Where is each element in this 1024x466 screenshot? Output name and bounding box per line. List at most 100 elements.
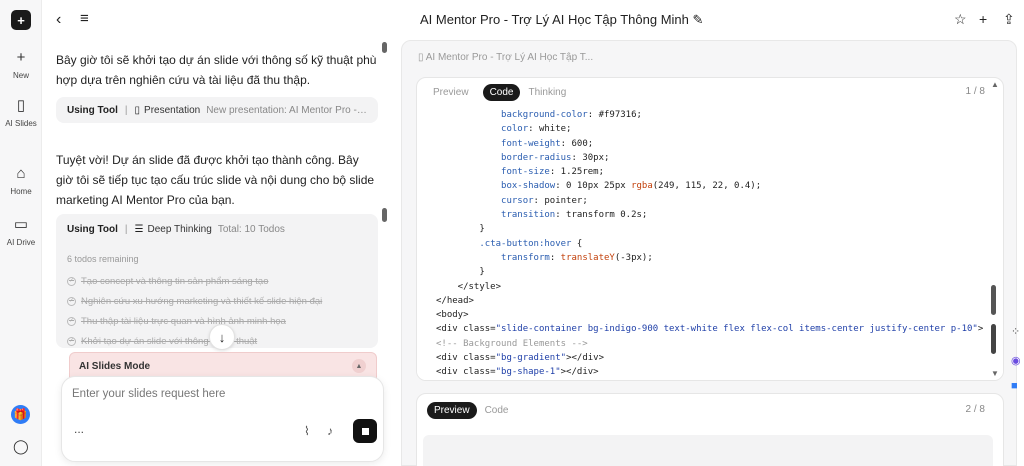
slide-card-2: Preview Code 2 / 8 bbox=[416, 393, 1004, 466]
tool-label: Using Tool bbox=[67, 223, 118, 235]
code-line: font-size: 1.25rem; bbox=[501, 167, 604, 178]
code-line: } bbox=[436, 267, 485, 278]
code-scrollbar[interactable] bbox=[991, 324, 996, 354]
code-line: </style> bbox=[436, 281, 502, 292]
mode-label: AI Slides Mode bbox=[79, 360, 151, 372]
tool-label: Using Tool bbox=[67, 104, 118, 116]
slide-tabs: Preview Code Thinking bbox=[427, 84, 566, 101]
gift-icon[interactable]: 🎁 bbox=[11, 405, 30, 424]
home-icon: ⌂ bbox=[16, 165, 26, 182]
menu-icon[interactable]: ≡ bbox=[80, 10, 89, 27]
slide-card-1: Preview Code Thinking 1 / 8 background-c… bbox=[416, 77, 1004, 381]
chat-scrollbar[interactable] bbox=[382, 42, 387, 53]
share-icon[interactable]: ⇪ bbox=[1003, 11, 1015, 28]
scroll-up-icon[interactable]: ▲ bbox=[991, 80, 999, 89]
slides-icon: ▯ bbox=[16, 97, 26, 114]
chat-scrollbar-thumb[interactable] bbox=[382, 208, 387, 222]
rail-item-home[interactable]: ⌂ Home bbox=[0, 165, 42, 197]
divider: | bbox=[124, 223, 128, 235]
folder-icon: ▭ bbox=[13, 216, 29, 233]
code-line: box-shadow: 0 10px 25px rgba(249, 115, 2… bbox=[501, 181, 762, 192]
assistant-message: Tuyệt vời! Dự án slide đã được khởi tạo … bbox=[56, 153, 375, 207]
panel-scrollbar[interactable] bbox=[991, 285, 996, 315]
attach-icon[interactable]: ⌇ bbox=[304, 424, 310, 438]
user-icon[interactable]: ◯ bbox=[13, 438, 29, 455]
todos-remaining: 6 todos remaining bbox=[67, 254, 139, 264]
top-bar: ‹ ≡ AI Mentor Pro - Trợ Lý AI Học Tập Th… bbox=[42, 0, 1024, 40]
code-line: transition: transform 0.2s; bbox=[501, 210, 648, 221]
stop-icon bbox=[361, 427, 369, 435]
code-line: <!-- Background Elements --> bbox=[436, 338, 588, 349]
code-line: font-weight: 600; bbox=[501, 138, 594, 149]
code-line: border-radius: 30px; bbox=[501, 152, 610, 163]
tool-name: Presentation bbox=[144, 104, 201, 116]
check-icon: ✓ bbox=[67, 277, 76, 286]
code-line: color: white; bbox=[501, 124, 572, 135]
tool-call-presentation[interactable]: Using Tool | ▯ Presentation New presenta… bbox=[56, 97, 378, 123]
chevron-up-icon[interactable]: ▲ bbox=[352, 359, 366, 373]
code-line: <div class="bg-gradient"></div> bbox=[436, 353, 604, 364]
code-line: .cta-button:hover { bbox=[479, 238, 583, 249]
more-options-icon[interactable]: ... bbox=[74, 422, 84, 436]
panel-title: ▯ AI Mentor Pro - Trợ Lý AI Học Tập T... bbox=[418, 52, 594, 63]
rail-item-ai-slides[interactable]: ▯ AI Slides bbox=[0, 97, 42, 129]
page-title[interactable]: AI Mentor Pro - Trợ Lý AI Học Tập Thông … bbox=[420, 12, 703, 28]
assistant-message: Bây giờ tôi sẽ khởi tạo dự án slide với … bbox=[56, 53, 377, 87]
code-line: } bbox=[436, 224, 485, 235]
code-view[interactable]: background-color: #f97316; color: white;… bbox=[417, 108, 1003, 381]
check-icon: ✓ bbox=[67, 317, 76, 326]
tool-header[interactable]: Using Tool | ☰ Deep Thinking Total: 10 T… bbox=[56, 214, 378, 244]
plus-icon: + bbox=[16, 49, 26, 66]
todo-item: ✓ Tạo concept và thông tin sản phẩm sáng … bbox=[67, 276, 269, 287]
divider: | bbox=[124, 104, 128, 116]
grid-icon[interactable]: ⁘ bbox=[1011, 325, 1020, 338]
code-line: cursor: pointer; bbox=[501, 195, 588, 206]
arrow-down-icon: ↓ bbox=[218, 329, 226, 345]
page-indicator: 2 / 8 bbox=[965, 404, 985, 415]
todo-item: ✓ Nghiên cứu xu hướng marketing và thiết … bbox=[67, 296, 323, 307]
check-icon: ✓ bbox=[67, 337, 76, 346]
code-line: background-color: #f97316; bbox=[501, 110, 642, 120]
slides-icon: ▯ bbox=[418, 52, 426, 63]
microphone-icon[interactable]: ♪ bbox=[327, 424, 333, 438]
code-line: </head> bbox=[436, 295, 474, 306]
code-line: <body> bbox=[436, 310, 469, 321]
tab-code[interactable]: Code bbox=[482, 84, 521, 101]
rail-item-label: Home bbox=[10, 187, 32, 196]
prompt-input[interactable]: Enter your slides request here bbox=[72, 388, 225, 400]
app-icon[interactable]: ■ bbox=[1011, 380, 1018, 392]
tab-thinking[interactable]: Thinking bbox=[528, 87, 566, 98]
page-indicator: 1 / 8 bbox=[965, 86, 985, 97]
code-line: <div class="bg-shape-2"></div> bbox=[436, 380, 1003, 381]
rail-item-ai-drive[interactable]: ▭ AI Drive bbox=[0, 216, 42, 248]
slide-preview bbox=[423, 435, 993, 466]
tool-desc: New presentation: AI Mentor Pro - Trợ... bbox=[206, 104, 367, 116]
code-line: transform: translateY(-3px); bbox=[501, 252, 653, 263]
rail-item-label: New bbox=[12, 71, 29, 80]
back-arrow-icon[interactable]: ‹ bbox=[56, 11, 61, 29]
rail-item-label: AI Drive bbox=[6, 238, 36, 247]
preview-panel: ▯ AI Mentor Pro - Trợ Lý AI Học Tập T...… bbox=[401, 40, 1017, 466]
app-logo-icon[interactable]: + bbox=[11, 10, 31, 30]
rail-item-label: AI Slides bbox=[5, 119, 37, 128]
star-icon[interactable]: ☆ bbox=[954, 11, 967, 28]
tool-name: Deep Thinking bbox=[147, 223, 212, 235]
tab-code[interactable]: Code bbox=[485, 405, 509, 416]
app: + + New ▯ AI Slides ⌂ Home ▭ AI Drive 🎁 … bbox=[0, 0, 1024, 466]
stop-button[interactable] bbox=[353, 419, 377, 443]
prompt-input-box[interactable]: Enter your slides request here ... ⌇ ♪ bbox=[61, 376, 384, 462]
slide-tabs: Preview Code bbox=[427, 402, 508, 419]
chat-panel: Bây giờ tôi sẽ khởi tạo dự án slide với … bbox=[42, 40, 392, 466]
tab-preview[interactable]: Preview bbox=[427, 402, 477, 419]
scroll-down-icon[interactable]: ▼ bbox=[991, 369, 999, 378]
plus-icon[interactable]: + bbox=[979, 11, 987, 27]
presentation-icon: ▯ bbox=[134, 104, 141, 116]
assistant-icon[interactable]: ◉ bbox=[1011, 354, 1021, 367]
check-icon: ✓ bbox=[67, 297, 76, 306]
rail-item-new[interactable]: + New bbox=[0, 49, 42, 81]
code-line: <div class="slide-container bg-indigo-90… bbox=[436, 324, 984, 335]
list-icon: ☰ bbox=[134, 223, 144, 235]
tab-preview[interactable]: Preview bbox=[427, 84, 475, 101]
tool-desc: Total: 10 Todos bbox=[217, 223, 285, 235]
scroll-down-button[interactable]: ↓ bbox=[209, 324, 235, 350]
